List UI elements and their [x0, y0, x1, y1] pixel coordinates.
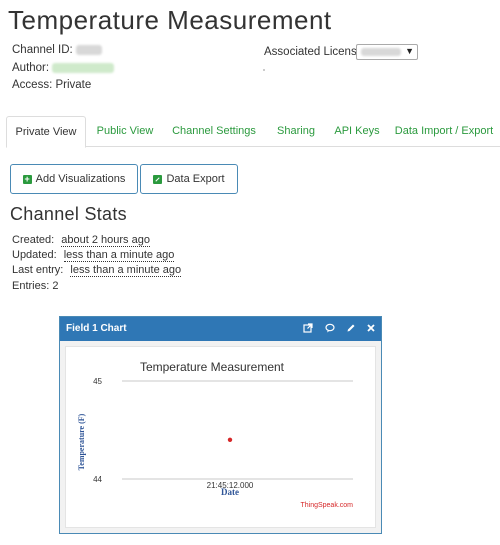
- y-axis-label: Temperature (F): [77, 413, 86, 470]
- tab-public-view[interactable]: Public View: [90, 116, 160, 147]
- add-visualizations-button[interactable]: + Add Visualizations: [10, 164, 138, 194]
- channel-tabs: Private View Public View Channel Setting…: [6, 116, 500, 148]
- close-icon[interactable]: [366, 317, 376, 341]
- access-row: Access: Private: [12, 79, 91, 91]
- stat-last-entry: Last entry: less than a minute ago: [12, 264, 182, 277]
- author-value[interactable]: [52, 62, 115, 73]
- divider-dot: [263, 69, 265, 71]
- author-row: Author:: [12, 62, 115, 74]
- author-label: Author:: [12, 62, 50, 74]
- data-point[interactable]: [227, 437, 233, 442]
- tab-private-view[interactable]: Private View: [6, 116, 86, 148]
- page-title: Temperature Measurement: [8, 5, 332, 35]
- pencil-icon[interactable]: [346, 317, 356, 341]
- thingspeak-credit[interactable]: ThingSpeak.com: [300, 502, 353, 509]
- stat-entries-value: 2: [52, 280, 59, 292]
- stat-created-label: Created:: [12, 234, 55, 246]
- chart-panel-header: Field 1 Chart: [60, 317, 381, 341]
- chart-panel-title: Field 1 Chart: [66, 323, 127, 334]
- chart-svg: Temperature Measurement 4445 21:45:12.00…: [77, 360, 353, 509]
- chart-area: Temperature Measurement 44 45 21:45:12.00…: [65, 346, 376, 528]
- x-axis-label: Date: [221, 487, 239, 497]
- data-export-label: Data Export: [166, 173, 225, 185]
- channel-id-value: [75, 44, 102, 55]
- channel-id-label: Channel ID:: [12, 44, 73, 56]
- y-tick-label: 45: [93, 377, 102, 386]
- comment-icon[interactable]: [325, 317, 335, 341]
- channel-stats-title: Channel Stats: [10, 204, 127, 224]
- license-label: Associated License:: [264, 46, 367, 58]
- data-export-button[interactable]: Data Export: [140, 164, 238, 194]
- tab-channel-settings[interactable]: Channel Settings: [166, 116, 262, 147]
- tab-data-import-export[interactable]: Data Import / Export: [390, 116, 498, 147]
- access-label: Access:: [12, 79, 53, 91]
- license-select[interactable]: ▼: [356, 44, 418, 60]
- license-value: [361, 48, 401, 56]
- stat-entries: Entries: 2: [12, 280, 58, 292]
- stat-updated: Updated: less than a minute ago: [12, 249, 175, 262]
- chart-title: Temperature Measurement: [140, 360, 285, 374]
- access-value: Private: [55, 79, 92, 91]
- y-tick-label: 44: [93, 475, 102, 484]
- tab-api-keys[interactable]: API Keys: [330, 116, 384, 147]
- stat-last-entry-value: less than a minute ago: [70, 264, 182, 277]
- plus-icon: +: [22, 173, 32, 184]
- external-link-icon[interactable]: [303, 317, 313, 341]
- stat-updated-label: Updated:: [12, 249, 57, 261]
- stat-last-entry-label: Last entry:: [12, 264, 64, 276]
- stat-created-value: about 2 hours ago: [61, 234, 150, 247]
- stat-updated-value: less than a minute ago: [63, 249, 175, 262]
- chevron-down-icon: ▼: [405, 46, 414, 56]
- tab-sharing[interactable]: Sharing: [268, 116, 324, 147]
- export-icon: [153, 174, 163, 184]
- stat-created: Created: about 2 hours ago: [12, 234, 150, 247]
- channel-id-row: Channel ID:: [12, 44, 102, 56]
- stat-entries-label: Entries:: [12, 280, 50, 292]
- add-visualizations-label: Add Visualizations: [35, 173, 126, 185]
- field-1-chart-panel: Field 1 Chart Temperature Measurement 44…: [59, 316, 382, 534]
